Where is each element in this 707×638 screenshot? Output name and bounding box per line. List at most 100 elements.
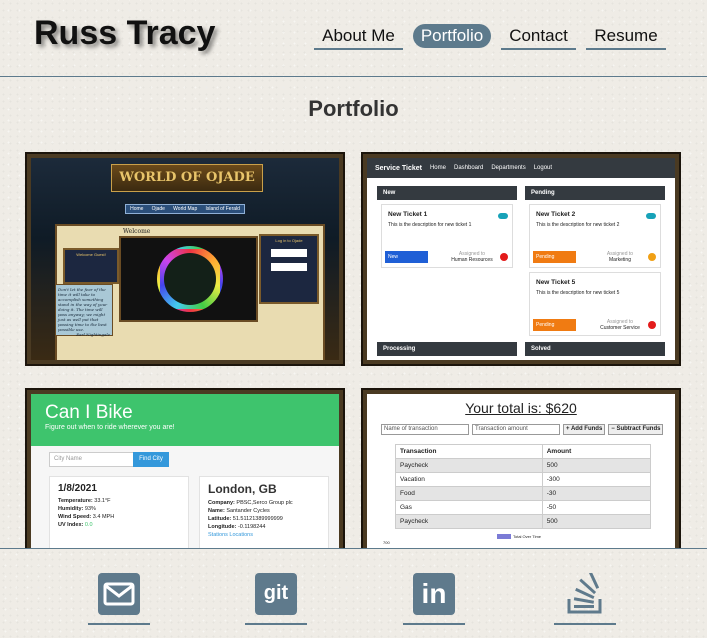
table-cell: -50 xyxy=(541,500,652,515)
game-nav-item: Home xyxy=(130,206,144,212)
game-banner: WORLD OF OJADE xyxy=(111,164,263,192)
stackoverflow-link[interactable] xyxy=(554,569,616,625)
ticket-column-processing: Processing xyxy=(377,342,517,356)
ticket-column-pending: Pending New Ticket 2 This is the descrip… xyxy=(525,186,665,340)
stackoverflow-icon xyxy=(564,569,606,615)
email-link[interactable] xyxy=(88,573,150,625)
badge-icon xyxy=(646,213,656,219)
latitude-label: Latitude: xyxy=(208,516,232,522)
linkedin-icon: in xyxy=(413,573,455,615)
bike-title: Can I Bike xyxy=(45,402,133,423)
assigned-value: Customer Service xyxy=(600,325,640,331)
humidity-value: 93% xyxy=(84,506,96,512)
game-nav-item: Ojade xyxy=(151,206,165,212)
priority-dot-icon xyxy=(648,321,656,329)
game-panel: Welcome Guest! Don't let the fear of the… xyxy=(55,224,325,360)
column-header: New xyxy=(377,186,517,200)
uv-row: UV Index: 0.0 xyxy=(58,521,180,529)
nav-portfolio[interactable]: Portfolio xyxy=(413,24,491,48)
city-search-input: City Name xyxy=(49,452,135,467)
wind-value: 3.4 MPH xyxy=(92,514,115,520)
ticket-brand: Service Ticket xyxy=(375,164,422,172)
ticket-status: Pending xyxy=(533,251,576,263)
ticket-nav-item: Dashboard xyxy=(453,165,484,171)
linkedin-icon-text: in xyxy=(421,578,447,609)
chart-axis-tick: 700 xyxy=(383,540,390,545)
quote-text: Don't let the fear of the time it will t… xyxy=(58,287,108,332)
find-city-button: Find City xyxy=(133,452,169,467)
ticket-desc: This is the description for new ticket 5 xyxy=(536,290,620,296)
longitude-row: Longitude: -0.1198244 xyxy=(208,523,320,531)
table-row: Paycheck 500 xyxy=(395,458,652,473)
longitude-label: Longitude: xyxy=(208,524,237,530)
table-row: Vacation -300 xyxy=(395,472,652,487)
stations-link: Stations Locations xyxy=(208,532,253,538)
ticket-card: New Ticket 2 This is the description for… xyxy=(529,204,661,268)
legend-label: Total Over Time xyxy=(513,534,542,539)
game-nav-item: World Map xyxy=(173,206,198,212)
ticket-column-new: New New Ticket 1 This is the description… xyxy=(377,186,517,272)
name-row: Name: Santander Cycles xyxy=(208,507,320,515)
column-header: Processing xyxy=(377,342,517,356)
weather-date: 1/8/2021 xyxy=(58,483,97,494)
ticket-nav-item: Logout xyxy=(533,165,553,171)
project-thumbnail: WORLD OF OJADE Home Ojade World Map Isla… xyxy=(31,158,339,360)
color-wheel-icon xyxy=(157,246,223,312)
table-cell: Paycheck xyxy=(395,458,543,473)
transaction-name-input: Name of transaction xyxy=(381,424,469,435)
uv-value: 0.0 xyxy=(84,522,93,528)
table-cell: -300 xyxy=(541,472,652,487)
ticket-nav-item: Departments xyxy=(491,165,526,171)
quote-box: Don't let the fear of the time it will t… xyxy=(55,284,113,337)
company-label: Company: xyxy=(208,500,235,506)
column-header: Transaction xyxy=(395,444,543,459)
assigned-value: Marketing xyxy=(609,257,631,263)
table-cell: Gas xyxy=(395,500,543,515)
add-funds-button: + Add Funds xyxy=(563,424,606,435)
ticket-card: New Ticket 5 This is the description for… xyxy=(529,272,661,336)
nav-about-me[interactable]: About Me xyxy=(314,24,403,50)
nav-resume[interactable]: Resume xyxy=(586,24,666,50)
project-card-service-ticket[interactable]: Service Ticket Home Dashboard Department… xyxy=(361,152,681,366)
ticket-nav-item: Home xyxy=(429,165,446,171)
latitude-row: Latitude: 51.51121389999999 xyxy=(208,515,320,523)
column-header: Pending xyxy=(525,186,665,200)
wind-label: Wind Speed: xyxy=(58,514,92,520)
ticket-assigned: Assigned to Customer Service xyxy=(590,319,650,331)
envelope-icon xyxy=(98,573,140,615)
site-header: Russ Tracy About Me Portfolio Contact Re… xyxy=(0,0,707,77)
nav-contact[interactable]: Contact xyxy=(501,24,576,50)
name-label: Name: xyxy=(208,508,225,514)
company-row: Company: PBSC,Serco Group plc xyxy=(208,499,320,507)
ticket-desc: This is the description for new ticket 2 xyxy=(536,222,620,228)
humidity-label: Humidity: xyxy=(58,506,84,512)
ticket-card: New Ticket 1 This is the description for… xyxy=(381,204,513,268)
transactions-table: Transaction Amount Paycheck 500 Vacation -… xyxy=(395,444,652,529)
linkedin-link[interactable]: in xyxy=(403,573,465,625)
project-thumbnail: Service Ticket Home Dashboard Department… xyxy=(367,158,675,360)
git-icon: git xyxy=(255,573,297,615)
bike-hero: Can I Bike Figure out when to ride where… xyxy=(31,394,339,446)
subtract-funds-button: − Subtract Funds xyxy=(608,424,664,435)
welcome-guest-box: Welcome Guest! xyxy=(63,248,119,284)
badge-icon xyxy=(498,213,508,219)
git-link[interactable]: git xyxy=(245,573,307,625)
ticket-title: New Ticket 5 xyxy=(536,279,576,286)
stackoverflow-icon-svg xyxy=(567,569,602,614)
name-value: Santander Cycles xyxy=(226,508,270,514)
column-header: Amount xyxy=(541,444,652,459)
ticket-navbar: Service Ticket Home Dashboard Department… xyxy=(367,158,675,178)
bike-subtitle: Figure out when to ride wherever you are… xyxy=(45,424,175,431)
ticket-title: New Ticket 1 xyxy=(388,211,428,218)
table-cell: 500 xyxy=(541,514,652,529)
site-footer: git in xyxy=(0,548,707,638)
chart-legend: Total Over Time xyxy=(497,534,541,539)
login-field xyxy=(271,249,307,257)
latitude-value: 51.51121389999999 xyxy=(232,516,283,522)
main-nav: About Me Portfolio Contact Resume xyxy=(0,24,707,54)
priority-dot-icon xyxy=(648,253,656,261)
humidity-row: Humidity: 93% xyxy=(58,505,180,513)
budget-form: Name of transaction Transaction amount +… xyxy=(381,424,664,435)
ticket-assigned: Assigned to Marketing xyxy=(590,251,650,263)
project-card-world-of-ojade[interactable]: WORLD OF OJADE Home Ojade World Map Isla… xyxy=(25,152,345,366)
